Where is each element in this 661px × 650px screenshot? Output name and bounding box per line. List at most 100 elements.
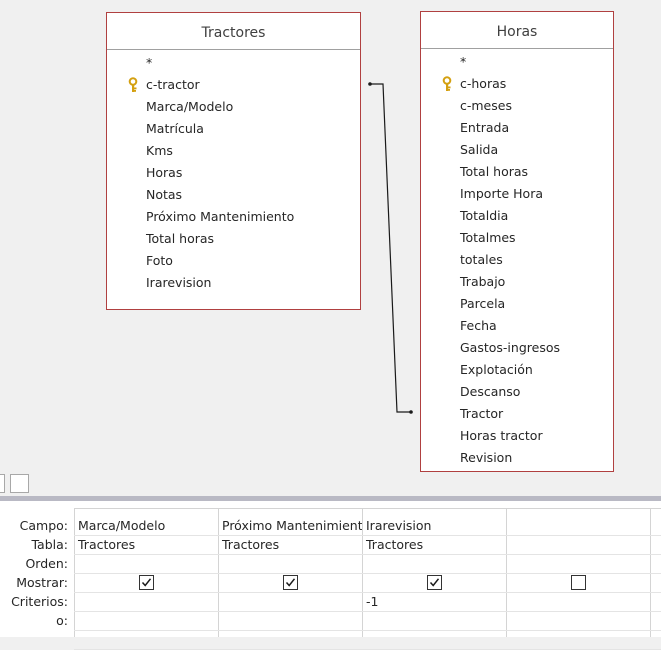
grid-cell-criterios[interactable]: -1 [362, 592, 506, 611]
field-item[interactable]: Foto [107, 250, 360, 272]
field-name: Total horas [146, 231, 215, 246]
table-title[interactable]: Tractores [107, 13, 360, 50]
field-all-columns[interactable]: * [421, 51, 613, 73]
grid-cell-orden[interactable] [506, 554, 650, 573]
grid-row-label: Criterios: [11, 594, 68, 609]
grid-cell-orden[interactable] [218, 554, 362, 573]
grid-row-label: Tabla: [31, 537, 68, 552]
field-name: Horas [146, 165, 183, 180]
grid-cell-tabla[interactable] [506, 535, 650, 554]
field-item[interactable]: Gastos-ingresos [421, 337, 613, 359]
field-item[interactable]: Horas tractor [421, 425, 613, 447]
field-name: c-tractor [146, 77, 200, 92]
grid-cell-tabla[interactable]: Tractores [218, 535, 362, 554]
primary-key-icon [127, 77, 141, 93]
grid-cell-criterios[interactable] [218, 592, 362, 611]
field-item[interactable]: Irarevision [107, 272, 360, 294]
field-name: Notas [146, 187, 183, 202]
scroll-edge-button[interactable] [0, 474, 5, 493]
grid-cell-campo[interactable]: Marca/Modelo [74, 516, 218, 535]
show-checkbox[interactable] [427, 575, 442, 590]
grid-row-divider [74, 630, 661, 631]
field-item[interactable]: Matrícula [107, 118, 360, 140]
grid-row-label: Mostrar: [16, 575, 68, 590]
field-name: Revision [460, 450, 513, 465]
show-checkbox[interactable] [139, 575, 154, 590]
grid-cell-criterios[interactable] [74, 592, 218, 611]
grid-cell-campo[interactable]: Irarevision [362, 516, 506, 535]
field-item[interactable]: Marca/Modelo [107, 96, 360, 118]
field-name: Parcela [460, 296, 506, 311]
table-tractores[interactable]: Tractores * c-tractor Marca/Modelo Matrícul… [106, 12, 361, 310]
field-name: c-meses [460, 98, 512, 113]
query-diagram-pane[interactable]: Tractores * c-tractor Marca/Modelo Matrícul… [0, 0, 661, 472]
field-item[interactable]: totales [421, 249, 613, 271]
grid-cell-orden[interactable] [74, 554, 218, 573]
field-item[interactable]: Parcela [421, 293, 613, 315]
field-item[interactable]: Notas [107, 184, 360, 206]
grid-row-divider [74, 573, 661, 574]
grid-cell-criterios[interactable] [506, 592, 650, 611]
field-item[interactable]: Tractor [421, 403, 613, 425]
field-item[interactable]: Próximo Mantenimiento [107, 206, 360, 228]
grid-cell-campo[interactable]: Próximo Mantenimiento [218, 516, 362, 535]
field-item[interactable]: Entrada [421, 117, 613, 139]
field-name: Kms [146, 143, 173, 158]
field-item[interactable]: Importe Hora [421, 183, 613, 205]
field-item[interactable]: Totaldia [421, 205, 613, 227]
field-item[interactable]: c-horas [421, 73, 613, 95]
grid-cell-o[interactable] [218, 611, 362, 630]
query-design-grid[interactable]: Campo: Tabla: Orden: Mostrar: Criterios: o: M… [0, 501, 661, 650]
field-name: Importe Hora [460, 186, 543, 201]
field-name: Totaldia [460, 208, 509, 223]
field-name: Explotación [460, 362, 533, 377]
field-item[interactable]: Total horas [421, 161, 613, 183]
field-name: Horas tractor [460, 428, 543, 443]
field-name: Gastos-ingresos [460, 340, 560, 355]
grid-cell-o[interactable] [74, 611, 218, 630]
field-name: Foto [146, 253, 173, 268]
table-title[interactable]: Horas [421, 12, 613, 49]
field-item[interactable]: Revision [421, 447, 613, 469]
field-name: Total horas [460, 164, 529, 179]
field-name: Salida [460, 142, 499, 157]
scroll-button[interactable] [10, 474, 29, 493]
field-name: * [460, 54, 467, 69]
field-name: Marca/Modelo [146, 99, 234, 114]
show-checkbox[interactable] [283, 575, 298, 590]
field-item[interactable]: Kms [107, 140, 360, 162]
grid-cell-campo[interactable] [506, 516, 650, 535]
field-item[interactable]: Explotación [421, 359, 613, 381]
field-item[interactable]: Total horas [107, 228, 360, 250]
field-name: totales [460, 252, 503, 267]
field-name: c-horas [460, 76, 507, 91]
table-horas[interactable]: Horas * c-horas c-meses Entrada Salida Total … [420, 11, 614, 472]
field-item[interactable]: c-tractor [107, 74, 360, 96]
field-name: Próximo Mantenimiento [146, 209, 295, 224]
field-name: * [146, 55, 153, 70]
show-checkbox[interactable] [571, 575, 586, 590]
field-item[interactable]: Totalmes [421, 227, 613, 249]
field-name: Fecha [460, 318, 497, 333]
field-item[interactable]: Descanso [421, 381, 613, 403]
grid-cell-tabla[interactable]: Tractores [74, 535, 218, 554]
field-item[interactable]: Salida [421, 139, 613, 161]
grid-row-label: o: [56, 613, 68, 628]
field-name: Matrícula [146, 121, 204, 136]
field-name: Trabajo [460, 274, 506, 289]
field-item[interactable]: Horas [107, 162, 360, 184]
field-item[interactable]: Trabajo [421, 271, 613, 293]
pane-toolbar [0, 472, 661, 496]
field-name: Totalmes [460, 230, 516, 245]
grid-cell-orden[interactable] [362, 554, 506, 573]
field-name: Entrada [460, 120, 510, 135]
field-name: Tractor [460, 406, 504, 421]
field-all-columns[interactable]: * [107, 52, 360, 74]
grid-cell-o[interactable] [506, 611, 650, 630]
field-item[interactable]: c-meses [421, 95, 613, 117]
field-name: Descanso [460, 384, 521, 399]
grid-cell-o[interactable] [362, 611, 506, 630]
grid-row-label: Orden: [25, 556, 68, 571]
field-item[interactable]: Fecha [421, 315, 613, 337]
grid-cell-tabla[interactable]: Tractores [362, 535, 506, 554]
